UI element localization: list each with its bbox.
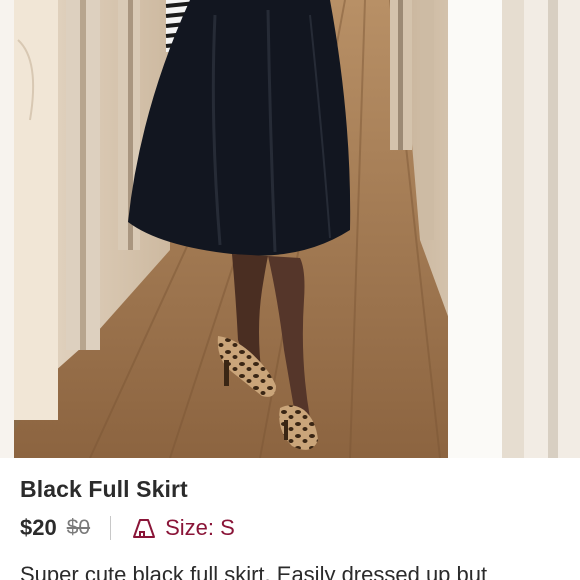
listing-description: Super cute black full skirt. Easily dres… <box>20 562 488 580</box>
hanger-icon <box>131 517 157 539</box>
listing-photo[interactable] <box>0 0 580 458</box>
price-row: $20 $0 Size: S <box>20 514 235 542</box>
listing-title: Black Full Skirt <box>20 476 188 502</box>
listing-info: Black Full Skirt $20 $0 Size: S Super cu… <box>0 458 580 580</box>
size-label[interactable]: Size: S <box>165 515 235 541</box>
listing-price: $20 <box>20 515 57 540</box>
divider <box>110 516 112 540</box>
original-price: $0 <box>66 516 91 539</box>
